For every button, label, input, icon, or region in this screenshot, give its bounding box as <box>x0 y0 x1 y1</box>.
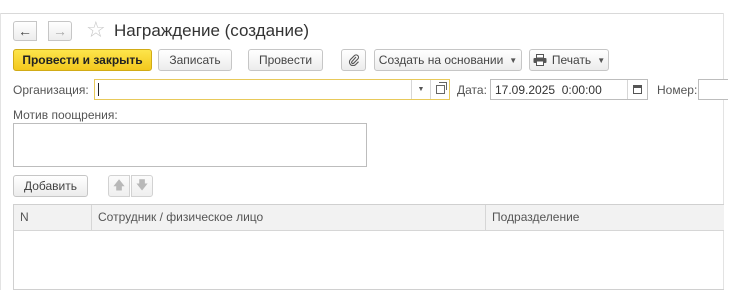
organization-open-button[interactable] <box>430 80 449 99</box>
move-down-button[interactable]: 🡇 <box>131 175 153 197</box>
motive-label: Мотив поощрения: <box>13 108 118 122</box>
move-up-button[interactable]: 🡅 <box>108 175 130 197</box>
save-button[interactable]: Записать <box>158 49 232 71</box>
paperclip-icon <box>348 54 359 66</box>
column-header-employee[interactable]: Сотрудник / физическое лицо <box>91 205 485 230</box>
organization-dropdown-button[interactable]: ▼ <box>411 80 430 99</box>
dropdown-caret-icon: ▼ <box>509 55 518 65</box>
dropdown-caret-icon: ▼ <box>597 55 606 65</box>
printer-icon <box>533 54 547 66</box>
column-header-n[interactable]: N <box>14 205 91 230</box>
calendar-icon <box>633 85 642 94</box>
post-button[interactable]: Провести <box>248 49 323 71</box>
open-form-icon <box>435 82 447 94</box>
print-button[interactable]: Печать ▼ <box>529 49 609 71</box>
forward-button[interactable]: → <box>48 21 72 41</box>
motive-textarea[interactable] <box>13 123 367 167</box>
star-icon[interactable]: ☆ <box>86 18 106 42</box>
post-label: Провести <box>258 53 313 67</box>
create-based-on-button[interactable]: Создать на основании ▼ <box>374 49 522 71</box>
window-top-border <box>0 13 724 14</box>
date-value: 17.09.2025 0:00:00 <box>495 83 602 97</box>
arrow-left-icon: ← <box>18 23 32 39</box>
date-label: Дата: <box>457 83 487 97</box>
number-label: Номер: <box>657 83 698 97</box>
back-button[interactable]: ← <box>13 21 37 41</box>
employees-table[interactable]: N Сотрудник / физическое лицо Подразделе… <box>13 204 724 290</box>
arrow-down-icon: 🡇 <box>135 177 149 192</box>
arrow-up-icon: 🡅 <box>112 177 126 192</box>
add-row-label: Добавить <box>23 179 78 193</box>
add-row-button[interactable]: Добавить <box>13 175 88 197</box>
arrow-right-icon: → <box>53 23 67 39</box>
attach-button[interactable] <box>341 49 366 71</box>
organization-input[interactable]: ▼ <box>94 79 450 100</box>
save-label: Записать <box>169 53 221 67</box>
organization-label: Организация: <box>13 83 89 97</box>
date-input[interactable]: 17.09.2025 0:00:00 <box>490 79 648 100</box>
number-input[interactable] <box>698 79 728 100</box>
print-label: Печать <box>551 53 592 67</box>
table-header: N Сотрудник / физическое лицо Подразделе… <box>14 205 724 231</box>
post-and-close-label: Провести и закрыть <box>22 53 143 67</box>
window-left-border <box>0 13 1 290</box>
chevron-down-icon: ▼ <box>417 86 425 93</box>
create-based-on-label: Создать на основании <box>378 53 504 67</box>
column-header-department[interactable]: Подразделение <box>485 205 725 230</box>
calendar-button[interactable] <box>627 80 647 99</box>
text-cursor <box>98 83 99 96</box>
page-title: Награждение (создание) <box>114 21 310 40</box>
post-and-close-button[interactable]: Провести и закрыть <box>13 49 152 71</box>
